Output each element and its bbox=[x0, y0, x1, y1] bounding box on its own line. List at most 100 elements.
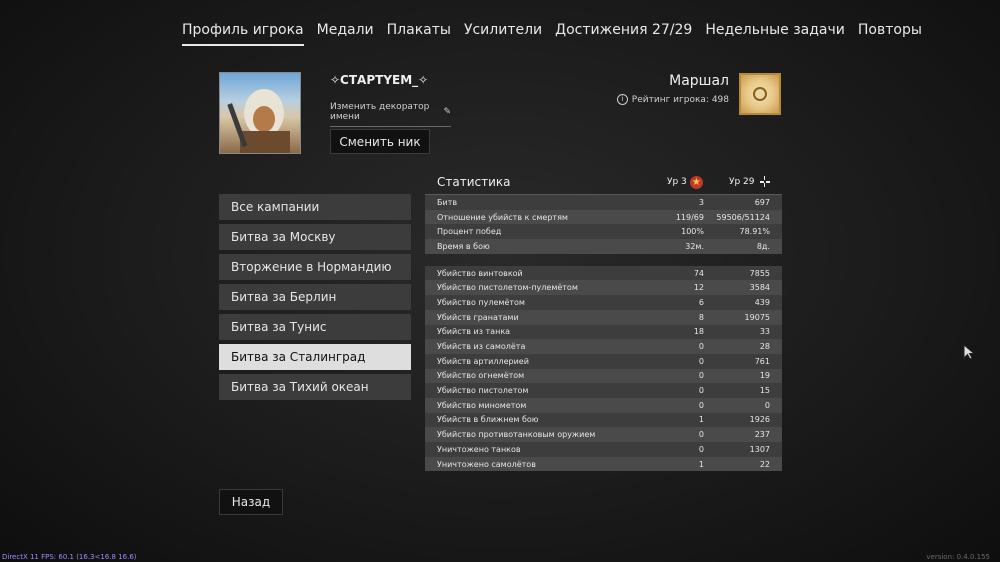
stat-label: Убийство пистолетом-пулемётом bbox=[437, 283, 578, 293]
stat-row: Убийство пистолетом-пулемётом 12 3584 bbox=[425, 280, 782, 296]
stat-row: Уничтожено танков 0 1307 bbox=[425, 442, 782, 457]
player-rating: i Рейтинг игрока: 498 bbox=[616, 94, 729, 105]
fps-counter: DirectX 11 FPS: 60.1 (16.3<16.8 16.6) bbox=[2, 553, 137, 561]
top-tabs: Профиль игрока Медали Плакаты Усилители Дост… bbox=[182, 22, 935, 46]
campaign-menu: Все кампании Битва за Москву Вторжение в Н… bbox=[219, 194, 411, 404]
stat-label: Убийство минометом bbox=[437, 400, 527, 410]
stat-total-value: 697 bbox=[754, 197, 770, 207]
tab-2[interactable]: Плакаты bbox=[387, 22, 451, 46]
stat-current-value: 6 bbox=[698, 297, 704, 307]
current-level-label: Ур 3 bbox=[667, 177, 687, 187]
stat-total-value: 1926 bbox=[749, 415, 770, 425]
stat-total-value: 28 bbox=[759, 342, 770, 352]
stat-current-value: 0 bbox=[698, 371, 704, 381]
stat-row: Убийство минометом 0 0 bbox=[425, 397, 782, 413]
campaign-item-6[interactable]: Битва за Тихий океан bbox=[219, 374, 411, 400]
stat-current-value: 12 bbox=[693, 283, 704, 293]
stats-col-current: Ур 3 ★ bbox=[667, 175, 703, 189]
stat-total-value: 3584 bbox=[749, 283, 770, 293]
stat-total-value: 78.91% bbox=[739, 227, 770, 237]
stat-label: Отношение убийств к смертям bbox=[437, 212, 568, 222]
back-button[interactable]: Назад bbox=[219, 489, 283, 515]
stat-total-value: 19075 bbox=[744, 312, 770, 322]
tab-3[interactable]: Усилители bbox=[464, 22, 542, 46]
campaign-item-5[interactable]: Битва за Сталинград bbox=[219, 344, 411, 370]
stat-current-value: 74 bbox=[693, 268, 704, 278]
stat-row: Убийств из самолёта 0 28 bbox=[425, 339, 782, 354]
stat-total-value: 8д. bbox=[756, 241, 770, 251]
stat-row: Убийств гранатами 8 19075 bbox=[425, 309, 782, 325]
total-level-label: Ур 29 bbox=[729, 177, 755, 187]
stat-label: Убийств из танка bbox=[437, 327, 511, 337]
campaign-item-0[interactable]: Все кампании bbox=[219, 194, 411, 220]
player-avatar[interactable] bbox=[219, 72, 301, 154]
stat-label: Убийство огнемётом bbox=[437, 371, 525, 381]
stat-current-value: 0 bbox=[698, 342, 704, 352]
stat-label: Убийство пулемётом bbox=[437, 297, 525, 307]
stat-current-value: 0 bbox=[698, 430, 704, 440]
stat-current-value: 0 bbox=[698, 400, 704, 410]
stat-label: Процент побед bbox=[437, 227, 502, 237]
stat-total-value: 237 bbox=[754, 430, 770, 440]
crosshair-icon bbox=[758, 175, 772, 189]
stat-label: Уничтожено самолётов bbox=[437, 459, 536, 469]
stat-total-value: 761 bbox=[754, 356, 770, 366]
campaign-item-2[interactable]: Вторжение в Нормандию bbox=[219, 254, 411, 280]
stat-total-value: 1307 bbox=[749, 444, 770, 454]
change-nick-button[interactable]: Сменить ник bbox=[330, 129, 430, 154]
name-decorator-link[interactable]: Изменить декоратор имени ✎ bbox=[330, 102, 451, 127]
stat-row: Убийство винтовкой 74 7855 bbox=[425, 265, 782, 281]
stat-current-value: 1 bbox=[698, 459, 704, 469]
stats-title: Статистика bbox=[437, 175, 511, 189]
stat-current-value: 0 bbox=[698, 356, 704, 366]
stat-current-value: 0 bbox=[698, 444, 704, 454]
stat-total-value: 59506/51124 bbox=[716, 212, 770, 222]
stat-label: Время в бою bbox=[437, 241, 490, 251]
kill-stats: Убийство винтовкой 74 7855 Убийство пистоле… bbox=[425, 265, 782, 472]
tab-1[interactable]: Медали bbox=[317, 22, 374, 46]
campaign-item-3[interactable]: Битва за Берлин bbox=[219, 284, 411, 310]
tab-6[interactable]: Повторы bbox=[858, 22, 922, 46]
stat-total-value: 7855 bbox=[749, 268, 770, 278]
tab-5[interactable]: Недельные задачи bbox=[705, 22, 845, 46]
stats-panel: Статистика Ур 3 ★ Ур 29 Битв 3 697 Отношени… bbox=[425, 170, 782, 472]
stats-col-total: Ур 29 bbox=[729, 175, 772, 189]
stat-label: Убийство противотанковым оружием bbox=[437, 430, 596, 440]
decorator-label: Изменить декоратор имени bbox=[330, 102, 430, 122]
stat-row: Убийство пистолетом 0 15 bbox=[425, 383, 782, 398]
version-label: version: 0.4.0.155 bbox=[926, 553, 990, 561]
stat-current-value: 8 bbox=[698, 312, 704, 322]
player-nickname: ✧СТАРТYЕМ_✧ bbox=[330, 73, 429, 87]
stat-row: Убийств артиллерией 0 761 bbox=[425, 353, 782, 369]
stat-row: Убийств в ближнем бою 1 1926 bbox=[425, 412, 782, 428]
stat-current-value: 18 bbox=[693, 327, 704, 337]
rank-badge-icon bbox=[739, 73, 781, 115]
campaign-item-4[interactable]: Битва за Тунис bbox=[219, 314, 411, 340]
stat-label: Уничтожено танков bbox=[437, 444, 521, 454]
stat-total-value: 22 bbox=[759, 459, 770, 469]
stat-total-value: 0 bbox=[764, 400, 770, 410]
tab-0[interactable]: Профиль игрока bbox=[182, 22, 304, 46]
stat-label: Убийств из самолёта bbox=[437, 342, 526, 352]
stat-label: Убийство пистолетом bbox=[437, 386, 529, 396]
general-stats: Битв 3 697 Отношение убийств к смертям 119/6… bbox=[425, 195, 782, 254]
campaign-item-1[interactable]: Битва за Москву bbox=[219, 224, 411, 250]
pencil-icon[interactable]: ✎ bbox=[443, 107, 451, 117]
stat-row: Отношение убийств к смертям 119/69 59506/5… bbox=[425, 209, 782, 225]
stat-label: Убийство винтовкой bbox=[437, 268, 523, 278]
info-icon[interactable]: i bbox=[616, 94, 628, 105]
stat-row: Битв 3 697 bbox=[425, 195, 782, 210]
stat-total-value: 15 bbox=[759, 386, 770, 396]
player-rank: Маршал bbox=[669, 73, 729, 89]
stat-row: Убийство пулемётом 6 439 bbox=[425, 295, 782, 310]
stat-total-value: 439 bbox=[754, 297, 770, 307]
stat-label: Битв bbox=[437, 197, 458, 207]
stat-row: Убийств из танка 18 33 bbox=[425, 324, 782, 340]
stat-row: Уничтожено самолётов 1 22 bbox=[425, 456, 782, 472]
stat-total-value: 33 bbox=[759, 327, 770, 337]
stat-row: Убийство огнемётом 0 19 bbox=[425, 368, 782, 384]
tab-4[interactable]: Достижения 27/29 bbox=[555, 22, 692, 46]
stat-row: Время в бою 32м. 8д. bbox=[425, 239, 782, 254]
stat-current-value: 1 bbox=[698, 415, 704, 425]
stat-current-value: 119/69 bbox=[675, 212, 704, 222]
